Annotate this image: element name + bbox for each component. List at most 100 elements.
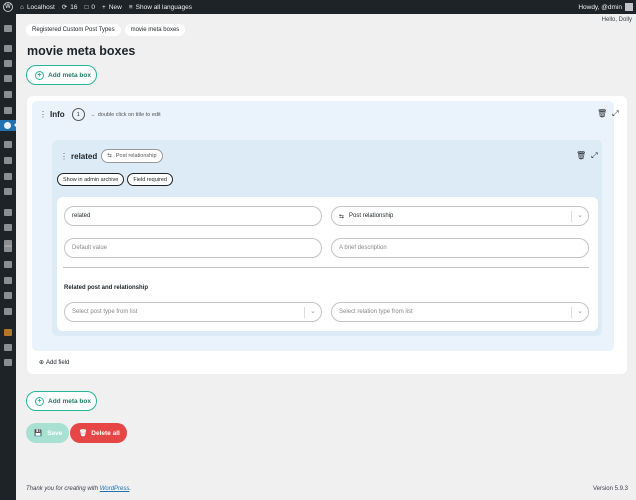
select-separator [571,211,572,222]
post-type-select[interactable]: Select post type from list ⌄ [64,302,322,322]
dashboard-icon[interactable] [4,25,12,32]
play-icon[interactable] [4,107,12,114]
settings-icon[interactable] [4,308,12,315]
meta-box-title[interactable]: Info [50,110,65,119]
save-icon: 💾 [34,430,43,437]
plus-circle-icon: + [35,70,44,80]
site-name-link[interactable]: ⌂ Localhost [20,4,55,11]
pin-icon[interactable] [4,45,12,52]
new-content-link[interactable]: + New [102,4,122,11]
footer-version: Version 5.9.3 [592,486,628,492]
footer-thanks-prefix: Thank you for creating with [26,486,100,492]
select-separator [304,307,305,318]
meta-box-actions: 🗑 ⤢ [597,109,619,119]
breadcrumb: Registered Custom Post Types movie meta … [26,24,186,36]
translation-icon: ≡ [128,3,133,11]
description-input[interactable]: A brief description [331,238,589,258]
relation-type-placeholder: Select relation type from list [339,309,413,315]
post-type-placeholder: Select post type from list [72,309,138,315]
page-title: movie meta boxes [27,44,136,58]
megaphone-icon[interactable] [4,188,12,195]
appearance-icon[interactable] [4,245,12,252]
default-value-input[interactable]: Default value [64,238,322,258]
collapse-menu-icon[interactable] [4,359,12,366]
save-button[interactable]: 💾 Save [26,423,69,443]
field-count-badge: 1 [71,108,85,121]
comments-count: 0 [91,3,96,11]
add-field-label: Add field [46,359,70,366]
select-relationship-icon: ⇆ [339,213,345,220]
hello-dolly-text: Hello, Dolly [601,17,632,23]
field-type-badge: ⇆ Post relationship [101,149,163,163]
wordpress-logo-icon[interactable]: W [3,2,13,12]
plus-circle-icon: + [35,396,44,406]
pages-icon[interactable] [4,75,12,82]
languages-link[interactable]: ≡ Show all languages [129,4,192,11]
comments-icon[interactable] [4,91,12,98]
field-expand-icon[interactable]: ⤢ [591,151,597,161]
add-field-button[interactable]: ⊕ Add field [39,359,70,367]
account-menu[interactable]: Howdy, @dmin [578,3,633,11]
clock-icon[interactable] [4,329,12,336]
field-name-value: related [72,213,91,219]
footer-thanks-suffix: . [129,486,132,492]
comment-icon: □ [84,3,89,11]
add-meta-box-label: Add meta box [48,71,91,79]
updates-link[interactable]: ⟳ 16 [61,3,78,12]
save-label: Save [47,429,63,437]
plugin-icon [4,122,11,129]
meta-box-header: ⋮ Info 1 ← double click on title to edit [39,108,161,121]
woo-icon[interactable] [4,209,12,216]
admin-bar: W ⌂ Localhost ⟳ 16 □ 0 + New ≡ Show all … [0,0,636,14]
media-icon[interactable] [4,60,12,67]
comments-link[interactable]: □ 0 [84,4,95,11]
relationship-icon: ⇆ [107,153,112,159]
breadcrumb-item-current: movie meta boxes [124,24,186,36]
chevron-down-icon: ⌄ [310,308,316,315]
field-name-input[interactable]: related [64,206,322,226]
chart-icon[interactable] [4,173,12,180]
field-type-label: Post relationship [115,153,157,159]
breadcrumb-item-cpt[interactable]: Registered Custom Post Types [26,24,121,36]
avatar [625,3,633,11]
expand-icon[interactable]: ⤢ [612,109,618,119]
forms-icon[interactable] [4,141,12,148]
default-value-placeholder: Default value [72,245,108,251]
site-name-label: Localhost [26,3,55,11]
field-type-select-value: Post relationship [349,213,394,219]
field-name-title[interactable]: related [71,152,97,161]
plus-icon: + [102,3,106,11]
tools-icon[interactable] [4,292,12,299]
admin-sidebar [0,14,17,500]
chevron-down-icon: ⌄ [577,212,583,219]
add-circle-icon: ⊕ [39,360,45,366]
delete-all-label: Delete all [91,429,120,437]
relationship-section-label: Related post and relationship [64,285,149,291]
home-icon: ⌂ [20,3,24,11]
table-icon[interactable] [4,157,12,164]
delete-all-button[interactable]: 🗑 Delete all [70,423,127,443]
trash-icon[interactable]: 🗑 [597,109,607,119]
field-required-toggle[interactable]: Field required [127,173,173,186]
show-in-admin-archive-toggle[interactable]: Show in admin archive [57,173,125,186]
add-meta-box-button-bottom[interactable]: + Add meta box [26,391,97,411]
wordpress-link[interactable]: WordPress [100,486,130,492]
select-separator [571,307,572,318]
updates-count: 16 [70,3,78,11]
plugins-icon[interactable] [4,261,12,268]
add-meta-box-button[interactable]: + Add meta box [26,65,97,85]
field-options: Show in admin archive Field required [57,173,173,186]
field-drag-handle-icon[interactable]: ⋮ [60,152,68,161]
translate-icon[interactable] [4,344,12,351]
languages-label: Show all languages [135,3,192,11]
field-trash-icon[interactable]: 🗑 [576,151,586,161]
add-meta-box-label: Add meta box [48,397,91,405]
users-icon[interactable] [4,277,12,284]
relation-type-select[interactable]: Select relation type from list ⌄ [331,302,589,322]
edit-hint: ← double click on title to edit [90,111,161,118]
refresh-icon: ⟳ [61,4,68,11]
field-type-select[interactable]: ⇆ Post relationship ⌄ [331,206,589,226]
folder-icon[interactable] [4,224,12,231]
drag-handle-icon[interactable]: ⋮ [39,110,47,119]
field-header: ⋮ related ⇆ Post relationship [60,149,163,163]
